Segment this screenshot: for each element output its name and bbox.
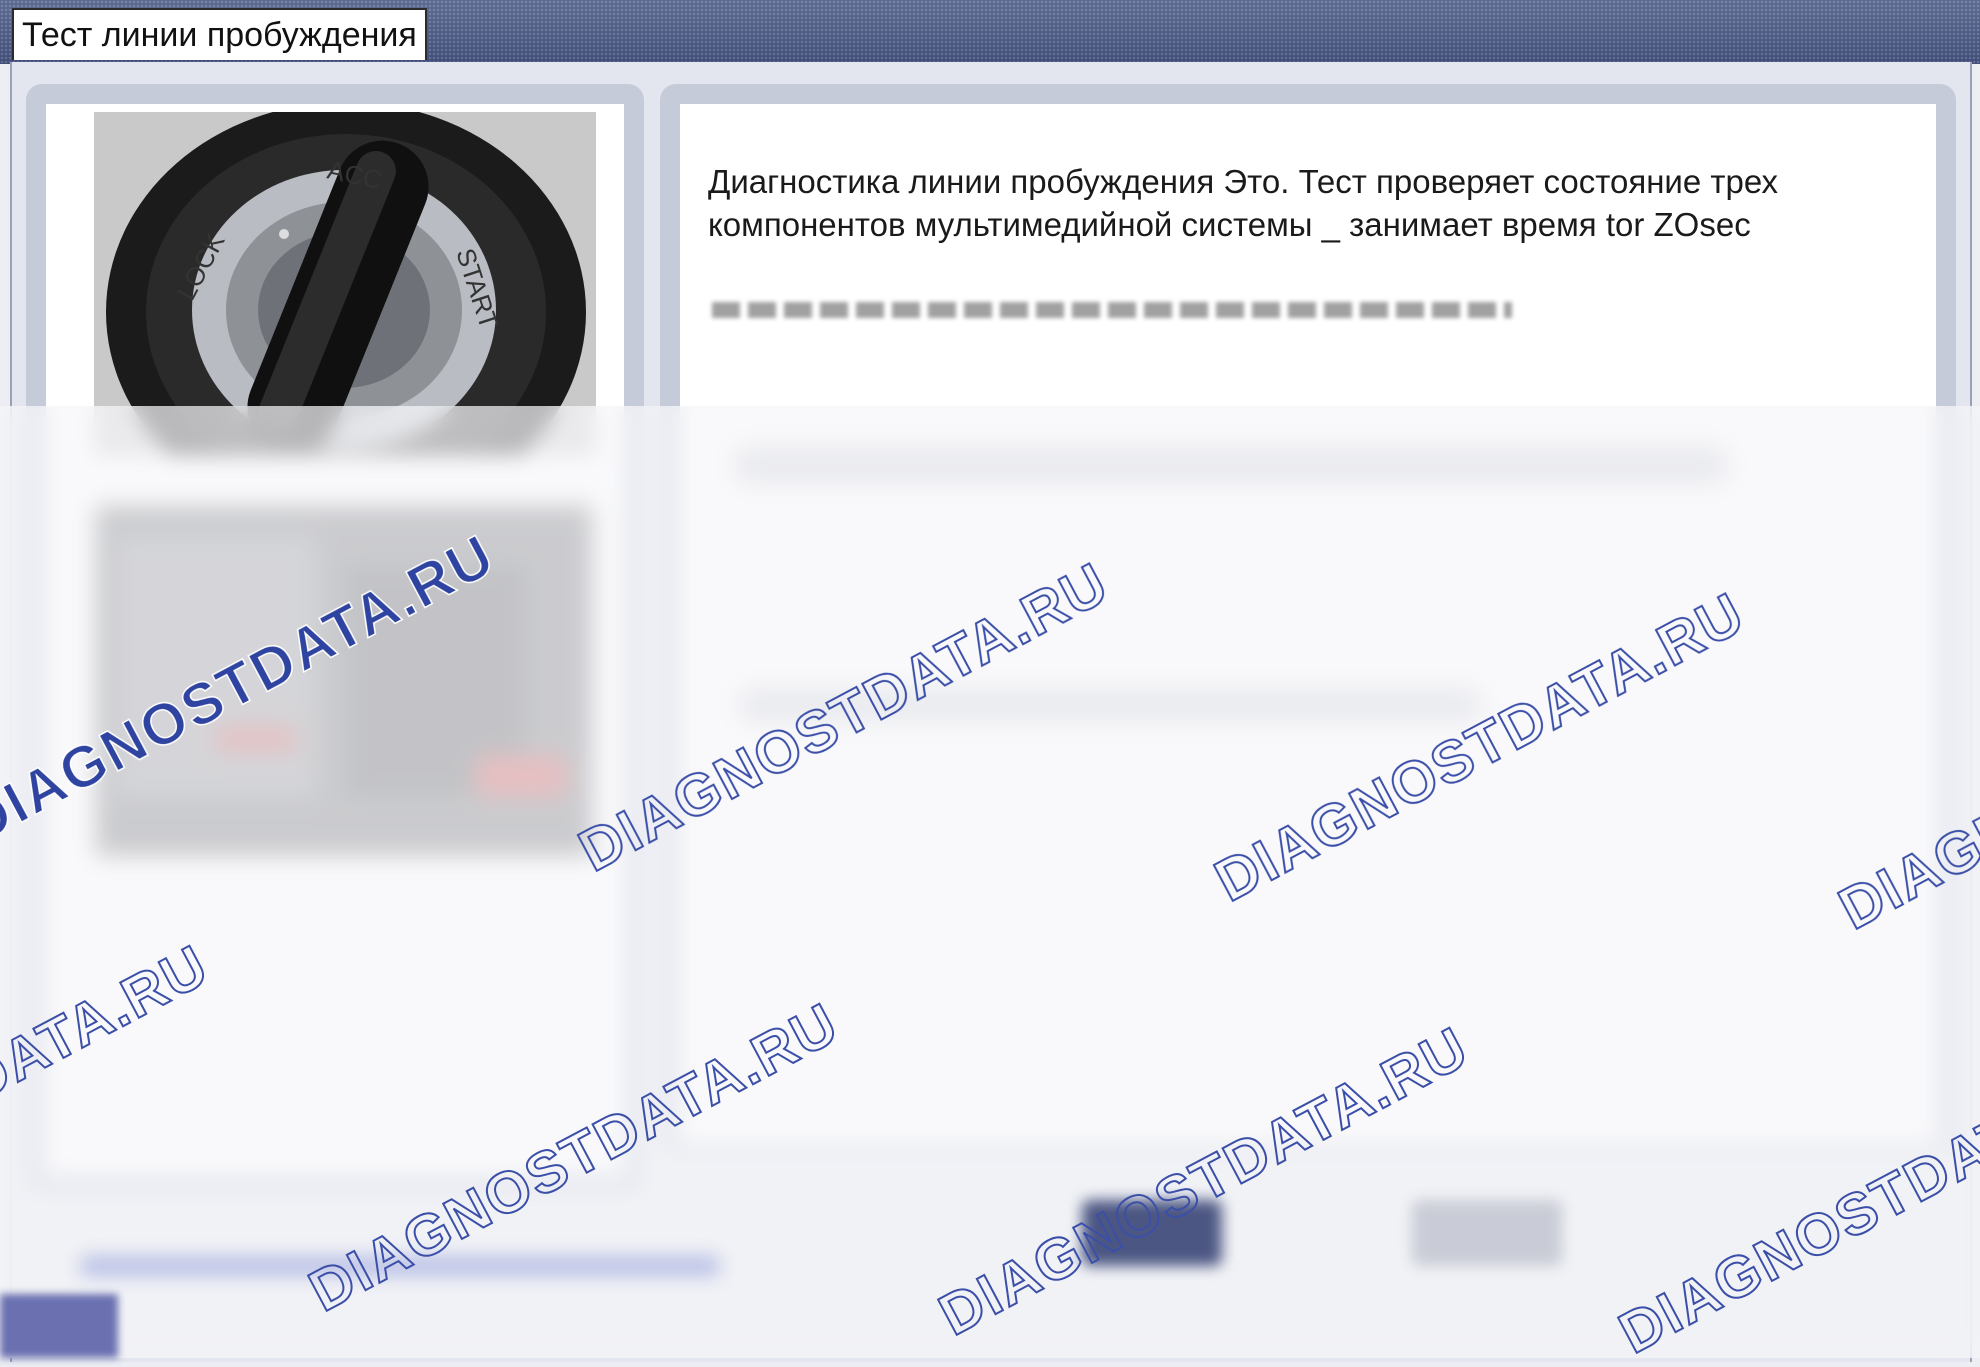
description-line-2: компонентов мультимедийной системы _ зан… (708, 206, 1751, 243)
test-description: Диагностика линии пробуждения Это. Тест … (708, 160, 1918, 246)
window-title: Тест линии пробуждения (12, 8, 427, 60)
title-bar: Тест линии пробуждения (0, 0, 1980, 64)
illegible-text-line (712, 302, 1512, 318)
start-button[interactable] (0, 1294, 118, 1358)
blurred-region (0, 406, 1980, 1358)
cancel-button[interactable] (1412, 1200, 1562, 1266)
description-line-1: Диагностика линии пробуждения Это. Тест … (708, 163, 1778, 200)
ignition-switch-icon: LOCK ACC START (94, 112, 596, 456)
